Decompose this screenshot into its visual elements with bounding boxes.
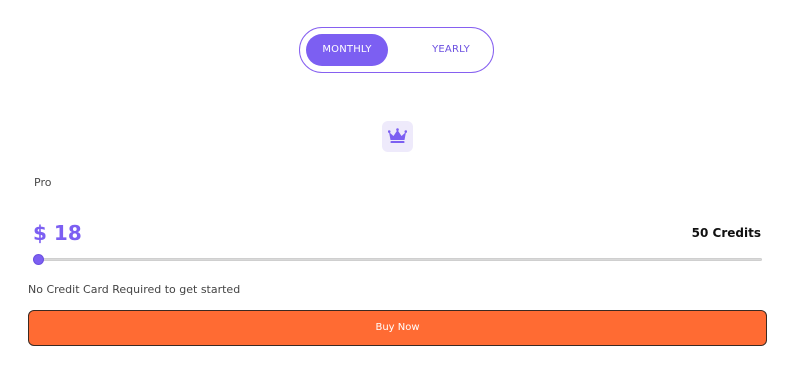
price-currency: $ — [33, 221, 47, 245]
plan-price: $18 — [33, 221, 82, 245]
price-amount: 18 — [53, 221, 82, 245]
plan-icon-badge — [382, 121, 413, 152]
crown-icon — [388, 128, 407, 143]
billing-period-toggle: MONTHLY YEARLY — [299, 27, 494, 73]
pricing-card: MONTHLY YEARLY Pro $18 50 Credits No Cre… — [0, 0, 800, 366]
no-credit-card-note: No Credit Card Required to get started — [28, 283, 241, 296]
slider-track[interactable] — [34, 258, 762, 261]
plan-name: Pro — [34, 176, 52, 189]
monthly-option[interactable]: MONTHLY — [306, 34, 388, 66]
credits-slider[interactable] — [33, 252, 762, 268]
plan-credits: 50 Credits — [691, 226, 761, 240]
buy-now-button[interactable]: Buy Now — [28, 310, 767, 346]
yearly-option[interactable]: YEARLY — [410, 34, 492, 66]
slider-thumb[interactable] — [33, 254, 44, 265]
